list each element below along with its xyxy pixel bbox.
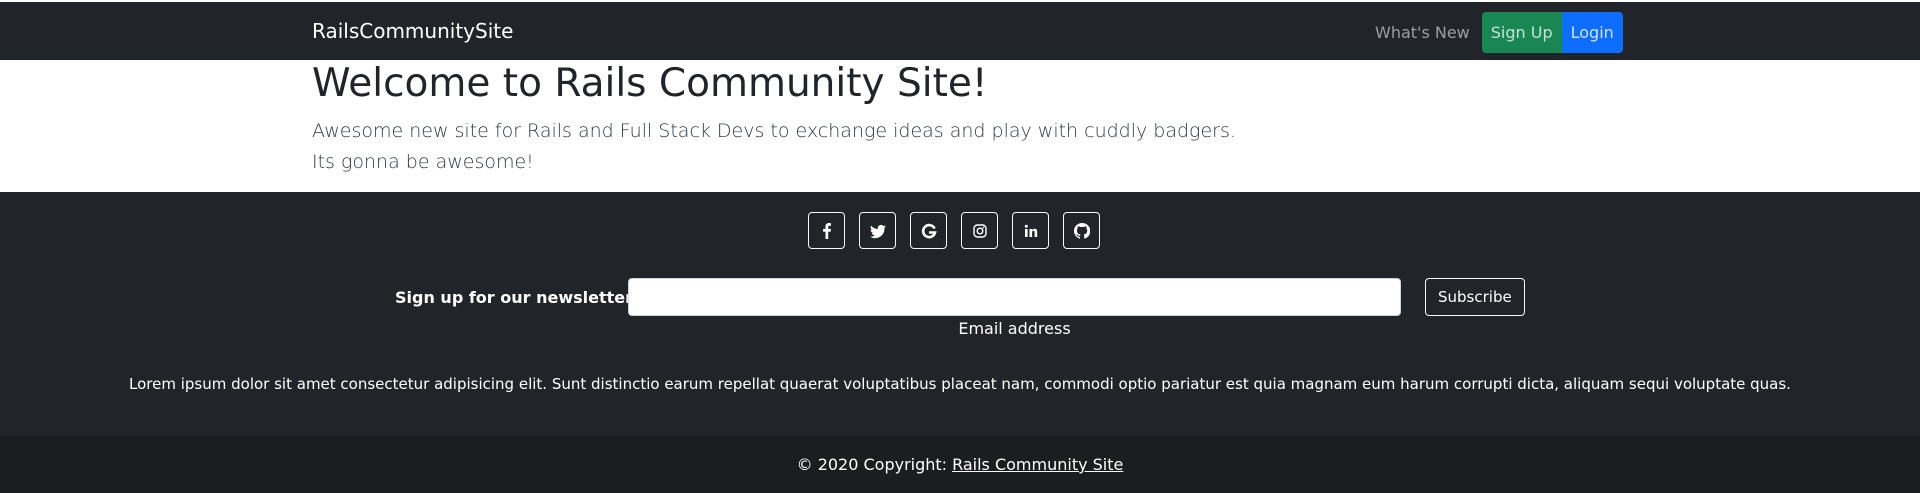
login-button[interactable]: Login <box>1561 12 1623 53</box>
email-help-text: Email address <box>958 319 1071 338</box>
hero-line-2: Its gonna be awesome! <box>312 151 534 173</box>
footer: Sign up for our newsletter Email address… <box>0 192 1920 493</box>
copyright-text: © 2020 Copyright: <box>796 455 948 474</box>
footer-description: Lorem ipsum dolor sit amet consectetur a… <box>129 375 1791 393</box>
subscribe-button[interactable]: Subscribe <box>1425 278 1525 316</box>
linkedin-icon[interactable] <box>1012 212 1049 249</box>
twitter-icon[interactable] <box>859 212 896 249</box>
github-icon[interactable] <box>1063 212 1100 249</box>
facebook-icon[interactable] <box>808 212 845 249</box>
hero-section: Welcome to Rails Community Site! Awesome… <box>0 60 1920 192</box>
hero-lead: Awesome new site for Rails and Full Stac… <box>312 116 1312 178</box>
newsletter-label: Sign up for our newsletter <box>395 288 634 307</box>
copyright-bar: © 2020 Copyright: Rails Community Site <box>0 436 1920 493</box>
instagram-icon[interactable] <box>961 212 998 249</box>
sign-up-button[interactable]: Sign Up <box>1481 12 1562 53</box>
brand-link[interactable]: RailsCommunitySite <box>312 19 513 43</box>
nav-right-group: What's New Sign Up Login <box>1375 12 1623 53</box>
top-navbar: RailsCommunitySite What's New Sign Up Lo… <box>0 2 1920 60</box>
whats-new-link[interactable]: What's New <box>1375 23 1470 42</box>
hero-line-1: Awesome new site for Rails and Full Stac… <box>312 120 1236 142</box>
google-icon[interactable] <box>910 212 947 249</box>
email-input[interactable] <box>628 278 1401 316</box>
page-title: Welcome to Rails Community Site! <box>312 61 988 106</box>
copyright-link[interactable]: Rails Community Site <box>952 455 1123 474</box>
social-buttons <box>808 212 1114 249</box>
